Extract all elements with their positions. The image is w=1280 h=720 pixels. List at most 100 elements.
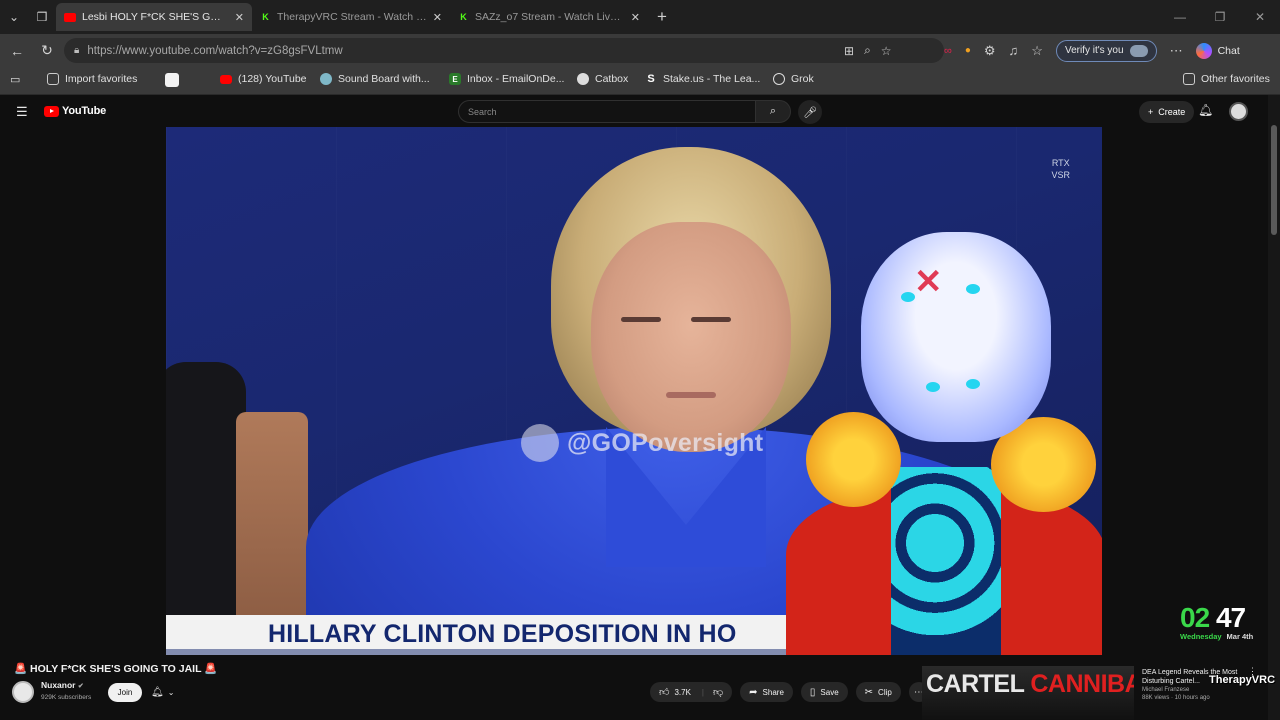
favorite-label: Grok (791, 73, 814, 85)
verify-profile-button[interactable]: Verify it's you (1055, 39, 1157, 62)
create-button[interactable]: + Create (1139, 101, 1195, 123)
share-icon: ➦ (749, 686, 758, 698)
tab-actions-chevron-icon[interactable]: ⌄ (0, 3, 28, 31)
clock-day: Wednesday Mar 4th (1180, 632, 1280, 641)
microphone-icon: 🎤︎ (803, 106, 817, 119)
recommended-channel[interactable]: Michael Franzese (1142, 686, 1252, 694)
account-avatar[interactable] (1229, 102, 1248, 121)
favorite-grok[interactable]: Grok (773, 73, 814, 85)
sidebar-toggle-icon[interactable]: ▭ (10, 73, 20, 86)
zoom-icon[interactable]: ⌕ (864, 43, 871, 58)
vtuber-avatar: ✕ (776, 232, 1102, 655)
tab-title: Lesbi HOLY F*CK SHE'S GOING (82, 11, 229, 23)
capitol-seal-icon (521, 424, 559, 462)
recommended-video[interactable]: CARTEL CANNIBALS? DEA Legend Reveals the… (922, 662, 1268, 720)
browser-tab[interactable]: K TherapyVRC Stream - Watch Live ✕ (252, 3, 450, 31)
share-button[interactable]: ➦ Share (740, 682, 793, 702)
search-button[interactable]: ⌕ (755, 100, 791, 123)
favorite-star-icon[interactable]: ☆ (881, 44, 892, 58)
copilot-chat-button[interactable]: Chat (1195, 42, 1240, 59)
rtx-vsr-badge: RTX VSR (1051, 157, 1070, 181)
thumbnail-text: CARTEL CANNIBALS? (926, 670, 1134, 699)
close-tab-icon[interactable]: ✕ (235, 11, 244, 24)
favorite-label: Inbox - EmailOnDe... (467, 73, 565, 85)
clock-date: Mar 4th (1226, 632, 1254, 641)
clip-label: Clip (878, 687, 892, 697)
favorite-label: Import favorites (65, 73, 138, 85)
favorites-icon[interactable]: ☆ (1031, 43, 1043, 59)
menu-icon[interactable]: ☰ (16, 104, 30, 120)
media-icon[interactable]: ♫ (1009, 43, 1019, 58)
youtube-logo[interactable]: YouTube (44, 105, 106, 117)
clip-button[interactable]: ✂ Clip (855, 682, 901, 702)
notifications-icon[interactable]: 🔔︎ (1198, 103, 1213, 117)
watermark-text: @GOPoversight (567, 428, 764, 457)
tab-title: SAZz_o7 Stream - Watch Live on K (475, 11, 625, 23)
save-button[interactable]: ▯ Save (800, 682, 848, 702)
favorite-label: (128) YouTube (238, 73, 307, 85)
channel-name-text: Nuxanor (41, 680, 76, 690)
scissors-icon: ✂ (864, 686, 874, 698)
new-tab-button[interactable]: + (648, 3, 676, 31)
extensions-icon[interactable]: ⚙ (984, 43, 996, 59)
thumbs-down-icon[interactable]: 👎︎ (713, 686, 723, 698)
channel-avatar[interactable] (12, 680, 34, 703)
favorite-import[interactable]: Import favorites (47, 73, 137, 85)
subscriber-count: 929K subscribers (41, 694, 92, 701)
mouth (666, 392, 716, 398)
other-favorites[interactable]: Other favorites (1183, 73, 1270, 85)
browser-tab[interactable]: K SAZz_o7 Stream - Watch Live on K ✕ (450, 3, 648, 31)
refresh-icon[interactable]: ↻ (32, 36, 62, 66)
address-bar[interactable]: 🔒︎ https://www.youtube.com/watch?v=zG8gs… (64, 38, 944, 63)
restore-icon[interactable]: ❐ (1200, 0, 1240, 34)
like-button[interactable]: 👍︎ 3.7K | 👎︎ (650, 682, 733, 702)
import-icon (47, 73, 59, 85)
copilot-icon (1195, 42, 1212, 59)
minimize-icon[interactable]: — (1160, 0, 1200, 34)
close-tab-icon[interactable]: ✕ (433, 11, 442, 24)
scrollbar-thumb[interactable] (1271, 125, 1277, 235)
app-available-icon[interactable]: ⊞ (844, 44, 854, 58)
favorite-stake[interactable]: S Stake.us - The Lea... (645, 73, 760, 85)
favorite-catbox[interactable]: Catbox (577, 73, 628, 85)
clock-hours: 02 (1180, 602, 1210, 633)
favorite-blank[interactable] (165, 73, 179, 87)
join-button[interactable]: Join (108, 683, 142, 702)
verified-icon: ✔ (77, 683, 84, 690)
watermark: @GOPoversight (521, 424, 763, 462)
voice-search-button[interactable]: 🎤︎ (798, 100, 822, 124)
extension-orange-icon[interactable]: ● (965, 45, 971, 56)
folder-icon (1183, 73, 1195, 85)
favorite-email[interactable]: E Inbox - EmailOnDe... (449, 73, 564, 85)
browser-tab-active[interactable]: Lesbi HOLY F*CK SHE'S GOING ✕ (56, 3, 252, 31)
person-left (166, 362, 246, 655)
streamer-tag: TherapyVRC (1209, 674, 1276, 686)
channel-info[interactable]: Nuxanor ✔ 929K subscribers (12, 680, 91, 703)
more-menu-icon[interactable]: ⋯ (1170, 43, 1183, 59)
search-input[interactable]: Search (458, 100, 756, 123)
search-icon: ⌕ (769, 105, 777, 117)
close-window-icon[interactable]: ✕ (1240, 0, 1280, 34)
subscription-bell-button[interactable]: 🔔︎ ⌄ (151, 683, 174, 702)
vtuber-eye-right (966, 284, 980, 294)
chair (236, 412, 308, 617)
back-icon[interactable]: ← (2, 36, 32, 66)
favorite-label: Catbox (595, 73, 629, 85)
vtuber-fur-collar-left (806, 412, 901, 507)
channel-name[interactable]: Nuxanor ✔ (41, 680, 91, 692)
favorite-soundboard[interactable]: Sound Board with... (320, 73, 430, 85)
favorite-youtube[interactable]: (128) YouTube (220, 73, 307, 85)
recommended-thumbnail[interactable]: CARTEL CANNIBALS? (922, 666, 1134, 720)
extension-red-icon[interactable]: ∞ (944, 45, 952, 57)
youtube-play-icon (44, 105, 59, 117)
video-player[interactable]: @GOPoversight RTX VSR HILLARY CLINTON DE… (166, 127, 1102, 655)
favorite-label: Stake.us - The Lea... (663, 73, 761, 85)
close-tab-icon[interactable]: ✕ (631, 11, 640, 24)
workspaces-icon[interactable]: ❒ (28, 3, 56, 31)
video-title: 🚨 HOLY F*CK SHE'S GOING TO JAIL 🚨 (14, 663, 218, 675)
window-controls: — ❐ ✕ (1160, 0, 1280, 34)
favorite-label: Sound Board with... (338, 73, 430, 85)
youtube-icon (220, 74, 232, 84)
thumbs-up-icon: 👍︎ (659, 687, 670, 698)
site-info-icon[interactable]: 🔒︎ (74, 45, 79, 56)
